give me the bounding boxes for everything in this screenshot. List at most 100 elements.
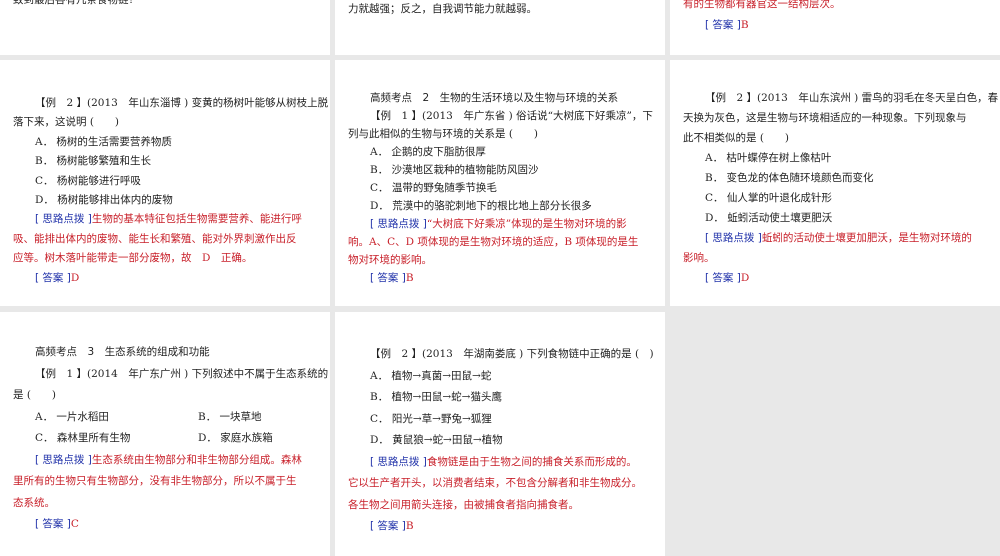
slide-r1c2[interactable]: 力就越强；反之，自我调节能力就越弱。 — [335, 0, 665, 55]
answer-label: [ 答案 ] — [705, 19, 741, 31]
answer-option: D． 黄鼠狼→蛇→田鼠→植物 — [348, 430, 657, 452]
option-text: D． 荒漠中的骆驼刺地下的根比地上部分长很多 — [370, 200, 592, 212]
option-text: B． 沙漠地区栽种的植物能防风固沙 — [370, 164, 539, 176]
option-text: C． 温带的野兔随季节换毛 — [370, 182, 497, 194]
question-text: 落下来，这说明 ( ) — [13, 113, 322, 132]
question-stem: 【例 1 】(2014 年广东广州 ) 下列叙述中不属于生态系统的 — [13, 364, 328, 386]
answer-line: [ 答案 ]B — [348, 269, 657, 287]
answer-value: D — [740, 272, 750, 284]
option-text: C． 杨树能够进行呼吸 — [35, 174, 141, 187]
question-text: 是 ( ) — [13, 385, 322, 407]
option-text: A． 枯叶蝶停在树上像枯叶 — [705, 152, 832, 164]
hint-label: [ 思路点拨 ] — [705, 232, 762, 244]
hint-text: 里所有的生物只有生物部分，没有非生物部分，所以不属于生 — [13, 471, 322, 493]
option-text: B． 杨树能够繁殖和生长 — [35, 155, 152, 168]
text: 【例 2 】(2013 年山东淄博 ) 变黄的杨树叶能够从树枝上脱 — [35, 97, 329, 109]
slide-r2c1[interactable]: 【例 2 】(2013 年山东淄博 ) 变黄的杨树叶能够从树枝上脱落下来，这说明… — [0, 60, 330, 306]
hint-text: 它以生产者开头，以消费者结束，不包含分解者和非生物成分。 — [348, 477, 642, 489]
hint-label: [ 思路点拨 ] — [35, 213, 92, 226]
answer-option: C． 杨树能够进行呼吸 — [13, 172, 322, 191]
answer-option: B． 变色龙的体色随环境颜色而变化 — [683, 168, 992, 188]
hint-text: 各生物之间用箭头连接，由被捕食者指向捕食者。 — [348, 498, 579, 511]
option-text: B． 变色龙的体色随环境颜色而变化 — [705, 172, 874, 184]
slide-r3c2[interactable]: 【例 2 】(2013 年湖南娄底 ) 下列食物链中正确的是 ( ) A． 植物→… — [335, 312, 665, 556]
option-text: D． 黄鼠狼→蛇→田鼠→植物 — [370, 434, 503, 446]
section-heading: 高频考点 2 生物的生活环境以及生物与环境的关系 — [348, 89, 657, 107]
text: 【例 2 】(2013 年山东滨州 ) 雷鸟的羽毛在冬天呈白色，春 — [705, 92, 999, 104]
answer-option: C． 仙人掌的叶退化成针形 — [683, 188, 992, 208]
text: 是 ( ) — [13, 389, 57, 401]
hint-text: 它以生产者开头，以消费者结束，不包含分解者和非生物成分。 — [348, 473, 657, 495]
slide-r3c1[interactable]: 高频考点 3 生态系统的组成和功能【例 1 】(2014 年广东广州 ) 下列叙… — [0, 312, 330, 556]
slide-r1c1[interactable]: 致到最后各有几条食物链? — [0, 0, 330, 55]
answer-option-row: C． 森林里所有生物 D． 家庭水族箱 — [13, 428, 322, 450]
heading-text: 高频考点 3 生态系统的组成和功能 — [35, 346, 210, 358]
hint-text: 态系统。 — [13, 496, 55, 509]
hint-text: 里所有的生物只有生物部分，没有非生物部分，所以不属于生 — [13, 475, 297, 487]
answer-value: B — [405, 520, 414, 532]
text: 此不相类似的是 ( ) — [683, 132, 790, 144]
hint-text: 吸、能排出体内的废物、能生长和繁殖、能对外界刺激作出反 — [13, 232, 297, 245]
answer-option: A． 企鹅的皮下脂肪很厚 — [348, 143, 657, 161]
question-stem: 【例 2 】(2013 年山东淄博 ) 变黄的杨树叶能够从树枝上脱 — [13, 94, 328, 113]
option-text: B． 植物→田鼠→蛇→猫头鹰 — [370, 391, 502, 403]
hint-text: 食物链是由于生物之间的捕食关系而形成的。 — [426, 455, 637, 468]
hint-line: [ 思路点拨 ]食物链是由于生物之间的捕食关系而形成的。 — [348, 452, 657, 474]
hint-label: [ 思路点拨 ] — [370, 455, 427, 468]
hint-line: [ 思路点拨 ]“大树底下好乘凉”体现的是生物对环境的影 — [348, 215, 657, 233]
hint-text: 各生物之间用箭头连接，由被捕食者指向捕食者。 — [348, 495, 657, 517]
answer-value: B — [740, 19, 749, 31]
option-text: D． 家庭水族箱 — [198, 432, 273, 444]
option-text: A． 企鹅的皮下脂肪很厚 — [370, 146, 486, 158]
question-text: 力就越强；反之，自我调节能力就越弱。 — [348, 0, 657, 19]
hint-text: 应等。树木落叶能带走一部分废物，故 D 正确。 — [13, 249, 322, 268]
text: 天换为灰色，这是生物与环境相适应的一种现象。下列现象与 — [683, 112, 967, 124]
option-text: C． 仙人掌的叶退化成针形 — [705, 192, 832, 204]
hint-text: 有的生物都有器官这一结构层次。 — [683, 0, 841, 10]
hint-text: 应等。树木落叶能带走一部分废物，故 D 正确。 — [13, 252, 253, 265]
hint-text: 物对环境的影响。 — [348, 251, 657, 269]
hint-text: 生物的基本特征包括生物需要营养、能进行呼 — [91, 213, 302, 226]
heading-text: 高频考点 2 生物的生活环境以及生物与环境的关系 — [370, 92, 619, 104]
hint-text: 响。A、C、D 项体现的是生物对环境的适应，B 项体现的是生 — [348, 236, 639, 248]
answer-label: [ 答案 ] — [35, 518, 71, 530]
text: 【例 2 】(2013 年湖南娄底 ) 下列食物链中正确的是 ( ) — [370, 348, 654, 360]
answer-value: C — [70, 518, 79, 530]
text: 【例 1 】(2013 年广东省 ) 俗话说“大树底下好乘凉”，下 — [370, 110, 653, 122]
answer-option: D． 荒漠中的骆驼刺地下的根比地上部分长很多 — [348, 197, 657, 215]
question-text: 天换为灰色，这是生物与环境相适应的一种现象。下列现象与 — [683, 108, 992, 128]
answer-option: B． 杨树能够繁殖和生长 — [13, 152, 322, 171]
question-text: 列与此相似的生物与环境的关系是 ( ) — [348, 125, 657, 143]
hint-text: 有的生物都有器官这一结构层次。 — [683, 0, 992, 15]
answer-option: D． 杨树能够排出体内的废物 — [13, 191, 322, 210]
answer-option: D． 蚯蚓活动使土壤更肥沃 — [683, 208, 992, 228]
question-text: 致到最后各有几条食物链? — [13, 0, 322, 10]
hint-line: [ 思路点拨 ]生态系统由生物部分和非生物部分组成。森林 — [13, 450, 322, 472]
hint-line: [ 思路点拨 ]生物的基本特征包括生物需要营养、能进行呼 — [13, 210, 322, 229]
answer-label: [ 答案 ] — [705, 272, 741, 284]
answer-line: [ 答案 ]D — [13, 269, 322, 288]
text: 致到最后各有几条食物链? — [13, 0, 135, 6]
hint-text: 蚯蚓的活动使土壤更加肥沃，是生物对环境的 — [761, 232, 972, 244]
answer-option: C． 阳光→草→野兔→狐狸 — [348, 409, 657, 431]
answer-option: A． 杨树的生活需要营养物质 — [13, 133, 322, 152]
hint-text: 响。A、C、D 项体现的是生物对环境的适应，B 项体现的是生 — [348, 233, 657, 251]
hint-label: [ 思路点拨 ] — [35, 453, 92, 466]
answer-line: [ 答案 ]B — [348, 516, 657, 538]
option-text: A． 一片水稻田 — [35, 410, 109, 423]
hint-text: “大树底下好乘凉”体现的是生物对环境的影 — [426, 218, 627, 230]
slide-r2c2[interactable]: 高频考点 2 生物的生活环境以及生物与环境的关系【例 1 】(2013 年广东省… — [335, 60, 665, 306]
text: 落下来，这说明 ( ) — [13, 116, 120, 129]
question-stem: 【例 2 】(2013 年山东滨州 ) 雷鸟的羽毛在冬天呈白色，春 — [683, 88, 998, 108]
slide-r1c3[interactable]: 有的生物都有器官这一结构层次。 [ 答案 ]B — [670, 0, 1000, 55]
hint-text: 影响。 — [683, 252, 715, 264]
option-text: D． 杨树能够排出体内的废物 — [35, 194, 173, 207]
answer-label: [ 答案 ] — [370, 272, 406, 284]
option-text: C． 阳光→草→野兔→狐狸 — [370, 412, 492, 425]
text: 【例 1 】(2014 年广东广州 ) 下列叙述中不属于生态系统的 — [35, 367, 329, 380]
section-heading: 高频考点 3 生态系统的组成和功能 — [13, 342, 322, 364]
answer-option: C． 温带的野兔随季节换毛 — [348, 179, 657, 197]
slide-r2c3[interactable]: 【例 2 】(2013 年山东滨州 ) 雷鸟的羽毛在冬天呈白色，春天换为灰色，这… — [670, 60, 1000, 306]
question-stem: 【例 2 】(2013 年湖南娄底 ) 下列食物链中正确的是 ( ) — [348, 344, 657, 366]
answer-line: [ 答案 ]B — [683, 15, 992, 36]
